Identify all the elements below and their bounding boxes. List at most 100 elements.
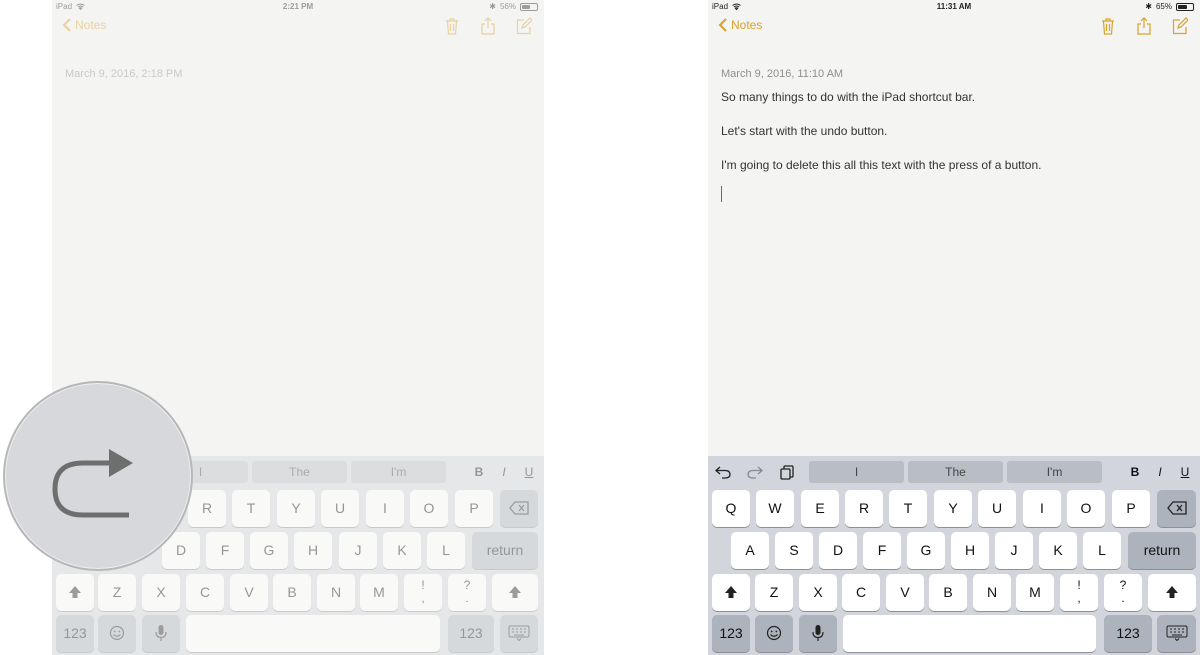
key-h[interactable]: H xyxy=(951,532,989,569)
key-c[interactable]: C xyxy=(842,574,880,611)
paste-icon[interactable] xyxy=(778,464,796,480)
key-j[interactable]: J xyxy=(995,532,1033,569)
punct-bottom: . xyxy=(465,591,469,605)
compose-icon[interactable] xyxy=(516,17,532,35)
key-v[interactable]: V xyxy=(230,574,268,611)
key-n[interactable]: N xyxy=(317,574,355,611)
numbers-key-right[interactable]: 123 xyxy=(1104,615,1152,652)
key-a[interactable]: A xyxy=(731,532,769,569)
suggestion-2[interactable]: The xyxy=(908,461,1003,483)
key-k[interactable]: K xyxy=(1039,532,1077,569)
bold-button[interactable]: B xyxy=(1128,461,1142,483)
key-c[interactable]: C xyxy=(186,574,224,611)
delete-key[interactable] xyxy=(500,490,538,527)
key-y[interactable]: Y xyxy=(934,490,972,527)
key-q[interactable]: Q xyxy=(712,490,750,527)
key-x[interactable]: X xyxy=(142,574,180,611)
key-u[interactable]: U xyxy=(978,490,1016,527)
key-t[interactable]: T xyxy=(889,490,927,527)
key-k[interactable]: K xyxy=(383,532,421,569)
key-l[interactable]: L xyxy=(427,532,465,569)
space-bar[interactable] xyxy=(843,615,1096,652)
key-exclaim-comma[interactable]: ! , xyxy=(1060,574,1098,611)
suggestion-3[interactable]: I'm xyxy=(1007,461,1102,483)
key-f[interactable]: F xyxy=(863,532,901,569)
underline-button[interactable]: U xyxy=(1178,461,1192,483)
shift-key-right[interactable] xyxy=(1148,574,1196,611)
trash-icon[interactable] xyxy=(444,17,460,35)
key-z[interactable]: Z xyxy=(98,574,136,611)
trash-icon[interactable] xyxy=(1100,17,1116,35)
emoji-key[interactable] xyxy=(755,615,793,652)
back-to-notes-button[interactable]: Notes xyxy=(718,18,762,32)
suggestion-3[interactable]: I'm xyxy=(351,461,446,483)
shift-key-right[interactable] xyxy=(492,574,538,611)
share-icon[interactable] xyxy=(1136,17,1152,35)
share-icon[interactable] xyxy=(480,17,496,35)
italic-button[interactable]: I xyxy=(1153,461,1167,483)
microphone-icon xyxy=(812,625,824,641)
numbers-key-left[interactable]: 123 xyxy=(56,615,94,652)
key-b[interactable]: B xyxy=(273,574,311,611)
key-h[interactable]: H xyxy=(294,532,332,569)
key-z[interactable]: Z xyxy=(755,574,793,611)
key-x[interactable]: X xyxy=(799,574,837,611)
key-g[interactable]: G xyxy=(907,532,945,569)
delete-key[interactable] xyxy=(1157,490,1196,527)
compose-icon[interactable] xyxy=(1172,17,1188,35)
key-j[interactable]: J xyxy=(339,532,377,569)
key-g[interactable]: G xyxy=(250,532,288,569)
key-f[interactable]: F xyxy=(206,532,244,569)
dictation-key[interactable] xyxy=(142,615,180,652)
key-s[interactable]: S xyxy=(775,532,813,569)
key-o[interactable]: O xyxy=(1067,490,1105,527)
key-y[interactable]: Y xyxy=(277,490,315,527)
space-bar[interactable] xyxy=(186,615,440,652)
return-key[interactable]: return xyxy=(472,532,538,569)
key-row-4: 123 123 xyxy=(708,615,1200,652)
key-e[interactable]: E xyxy=(801,490,839,527)
key-l[interactable]: L xyxy=(1083,532,1121,569)
dictation-key[interactable] xyxy=(799,615,837,652)
key-r[interactable]: R xyxy=(845,490,883,527)
note-body[interactable]: March 9, 2016, 11:10 AM So many things t… xyxy=(721,68,1180,202)
key-b[interactable]: B xyxy=(929,574,967,611)
key-n[interactable]: N xyxy=(973,574,1011,611)
redo-icon[interactable] xyxy=(746,464,764,480)
key-question-period[interactable]: ? . xyxy=(1104,574,1142,611)
bluetooth-icon: ✱ xyxy=(489,2,496,11)
return-key[interactable]: return xyxy=(1128,532,1196,569)
shift-key-left[interactable] xyxy=(712,574,750,611)
bold-button[interactable]: B xyxy=(472,461,486,483)
key-o[interactable]: O xyxy=(410,490,448,527)
battery-percent: 65% xyxy=(1155,2,1172,11)
key-m[interactable]: M xyxy=(360,574,398,611)
key-u[interactable]: U xyxy=(321,490,359,527)
key-d[interactable]: D xyxy=(819,532,857,569)
suggestion-1[interactable]: I xyxy=(809,461,904,483)
key-w[interactable]: W xyxy=(756,490,794,527)
key-question-period[interactable]: ? . xyxy=(448,574,486,611)
emoji-key[interactable] xyxy=(98,615,136,652)
numbers-key-left[interactable]: 123 xyxy=(712,615,750,652)
zoom-callout xyxy=(3,381,193,571)
note-body[interactable]: March 9, 2016, 2:18 PM xyxy=(65,68,524,90)
shift-key-left[interactable] xyxy=(56,574,94,611)
underline-button[interactable]: U xyxy=(522,461,536,483)
key-exclaim-comma[interactable]: ! , xyxy=(404,574,442,611)
key-v[interactable]: V xyxy=(886,574,924,611)
key-p[interactable]: P xyxy=(455,490,493,527)
key-i[interactable]: I xyxy=(366,490,404,527)
dismiss-keyboard-key[interactable] xyxy=(1157,615,1196,652)
undo-icon[interactable] xyxy=(714,464,732,480)
suggestion-2[interactable]: The xyxy=(252,461,347,483)
dismiss-keyboard-key[interactable] xyxy=(500,615,538,652)
numbers-key-right[interactable]: 123 xyxy=(448,615,494,652)
back-to-notes-button[interactable]: Notes xyxy=(62,18,106,32)
key-p[interactable]: P xyxy=(1112,490,1150,527)
status-bar: iPad 2:21 PM ✱ 56% xyxy=(52,0,544,14)
key-i[interactable]: I xyxy=(1023,490,1061,527)
key-t[interactable]: T xyxy=(232,490,270,527)
key-m[interactable]: M xyxy=(1016,574,1054,611)
italic-button[interactable]: I xyxy=(497,461,511,483)
